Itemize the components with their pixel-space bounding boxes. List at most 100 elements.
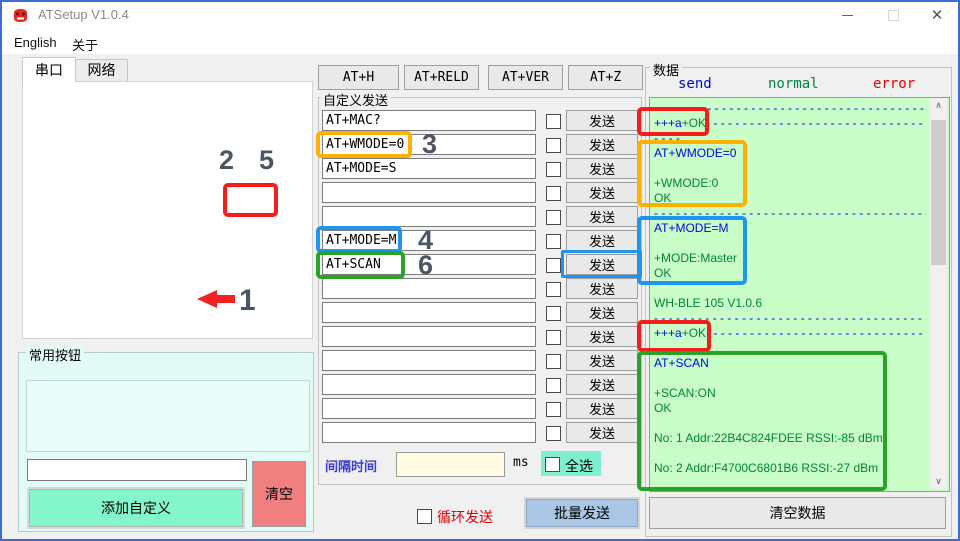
log-line: No: 1 Addr:22B4C824FDEE RSSI:-85 dBm (654, 431, 883, 445)
tab-serial[interactable]: 串口 (22, 57, 76, 82)
custom-send-title: 自定义发送 (320, 90, 392, 109)
clear-data-button[interactable]: 清空数据 (649, 497, 946, 529)
title-bar: ATSetup V1.0.4 ✕ (0, 0, 960, 30)
send-button[interactable]: 发送 (566, 134, 638, 155)
custom-command-input[interactable] (322, 134, 536, 155)
clear-common-button[interactable]: 清空 (252, 461, 306, 527)
row-checkbox[interactable] (546, 186, 561, 201)
common-buttons-listbox[interactable] (26, 380, 310, 452)
window-title: ATSetup V1.0.4 (38, 7, 129, 22)
row-checkbox[interactable] (546, 378, 561, 393)
custom-command-input[interactable] (322, 158, 536, 179)
custom-command-input[interactable] (322, 206, 536, 227)
send-button[interactable]: 发送 (566, 398, 638, 419)
custom-command-input[interactable] (322, 230, 536, 251)
maximize-button[interactable] (874, 0, 912, 30)
menu-about[interactable]: 关于 (66, 33, 104, 56)
custom-button-name-input[interactable] (27, 459, 247, 481)
custom-command-input[interactable] (322, 278, 536, 299)
custom-command-input[interactable] (322, 302, 536, 323)
annotation-arrow (197, 290, 217, 308)
row-checkbox[interactable] (546, 258, 561, 273)
send-button[interactable]: 发送 (566, 110, 638, 131)
quick-button-at-ver[interactable]: AT+VER (488, 65, 563, 90)
custom-command-input[interactable] (322, 254, 536, 275)
minimize-button[interactable] (828, 0, 866, 30)
log-line: - - - - - - - - - - - - - - - - - - - - … (654, 206, 926, 220)
row-checkbox[interactable] (546, 162, 561, 177)
select-all-checkbox[interactable] (545, 457, 560, 472)
send-button[interactable]: 发送 (566, 350, 638, 371)
send-button[interactable]: 发送 (566, 302, 638, 323)
log-line: AT+WMODE=0 (654, 146, 737, 160)
log-line: AT+MODE=M (654, 221, 729, 235)
custom-command-input[interactable] (322, 422, 536, 443)
log-line: +MODE:Master (654, 251, 738, 265)
send-button[interactable]: 发送 (566, 278, 638, 299)
custom-command-input[interactable] (322, 182, 536, 203)
log-line: AT+SCAN (654, 356, 709, 370)
scroll-down-icon[interactable]: ∨ (930, 474, 947, 489)
log-line: No: 2 Addr:F4700C6801B6 RSSI:-27 dBm (654, 461, 879, 475)
row-checkbox[interactable] (546, 402, 561, 417)
add-custom-button[interactable]: 添加自定义 (29, 489, 243, 527)
quick-button-at-h[interactable]: AT+H (318, 65, 399, 90)
log-line: +WMODE:0 (654, 176, 719, 190)
send-button[interactable]: 发送 (566, 422, 638, 443)
log-line: +++a+OK- - - - - - - - - - - - - - - - -… (654, 326, 923, 340)
row-checkbox[interactable] (546, 306, 561, 321)
loop-send-label: 循环发送 (437, 509, 493, 525)
log-line: - - - - - - - - - - - - - - - - - - - - … (654, 311, 926, 325)
menu-english[interactable]: English (8, 33, 63, 52)
tab-network[interactable]: 网络 (75, 59, 128, 82)
custom-command-input[interactable] (322, 398, 536, 419)
send-button[interactable]: 发送 (566, 254, 638, 275)
log-line: - - - - (654, 131, 680, 145)
quick-button-at-z[interactable]: AT+Z (568, 65, 643, 90)
custom-command-input[interactable] (322, 326, 536, 347)
loop-send-checkbox[interactable] (417, 509, 432, 524)
row-checkbox[interactable] (546, 114, 561, 129)
log-scrollbar[interactable]: ∧ ∨ (930, 98, 947, 489)
log-line: OK (654, 191, 672, 205)
annotation-arrow-bar (216, 295, 235, 303)
interval-input[interactable] (396, 452, 505, 477)
log-line: +++a+OK- - - - - - - - - - - - - - - - -… (654, 116, 923, 130)
scrollbar-thumb[interactable] (931, 120, 946, 265)
log-line: - - - - (654, 341, 680, 355)
send-button[interactable]: 发送 (566, 230, 638, 251)
custom-command-input[interactable] (322, 374, 536, 395)
row-checkbox[interactable] (546, 426, 561, 441)
log-line: OK (654, 266, 672, 280)
send-button[interactable]: 发送 (566, 158, 638, 179)
row-checkbox[interactable] (546, 282, 561, 297)
app-window: ATSetup V1.0.4 ✕ English 关于 串口 网络 串口号COM… (0, 0, 960, 541)
log-line: OK (654, 401, 672, 415)
row-checkbox[interactable] (546, 210, 561, 225)
serial-tab-page (22, 81, 313, 339)
custom-command-input[interactable] (322, 110, 536, 131)
log-lines: - - - - - - - - - - - - - - - - - - - - … (654, 101, 926, 487)
send-button[interactable]: 发送 (566, 182, 638, 203)
row-checkbox[interactable] (546, 234, 561, 249)
send-button[interactable]: 发送 (566, 206, 638, 227)
custom-command-input[interactable] (322, 350, 536, 371)
close-button[interactable]: ✕ (918, 0, 956, 30)
row-checkbox[interactable] (546, 354, 561, 369)
legend-send: send (678, 76, 712, 92)
scroll-up-icon[interactable]: ∧ (930, 98, 947, 113)
send-button[interactable]: 发送 (566, 374, 638, 395)
batch-send-button[interactable]: 批量发送 (526, 499, 638, 527)
interval-unit: ms (513, 455, 529, 470)
minimize-icon (841, 14, 853, 16)
legend-normal: normal (768, 76, 819, 92)
quick-button-at-reld[interactable]: AT+RELD (404, 65, 479, 90)
send-button[interactable]: 发送 (566, 326, 638, 347)
row-checkbox[interactable] (546, 138, 561, 153)
app-icon (14, 9, 27, 22)
row-checkbox[interactable] (546, 330, 561, 345)
